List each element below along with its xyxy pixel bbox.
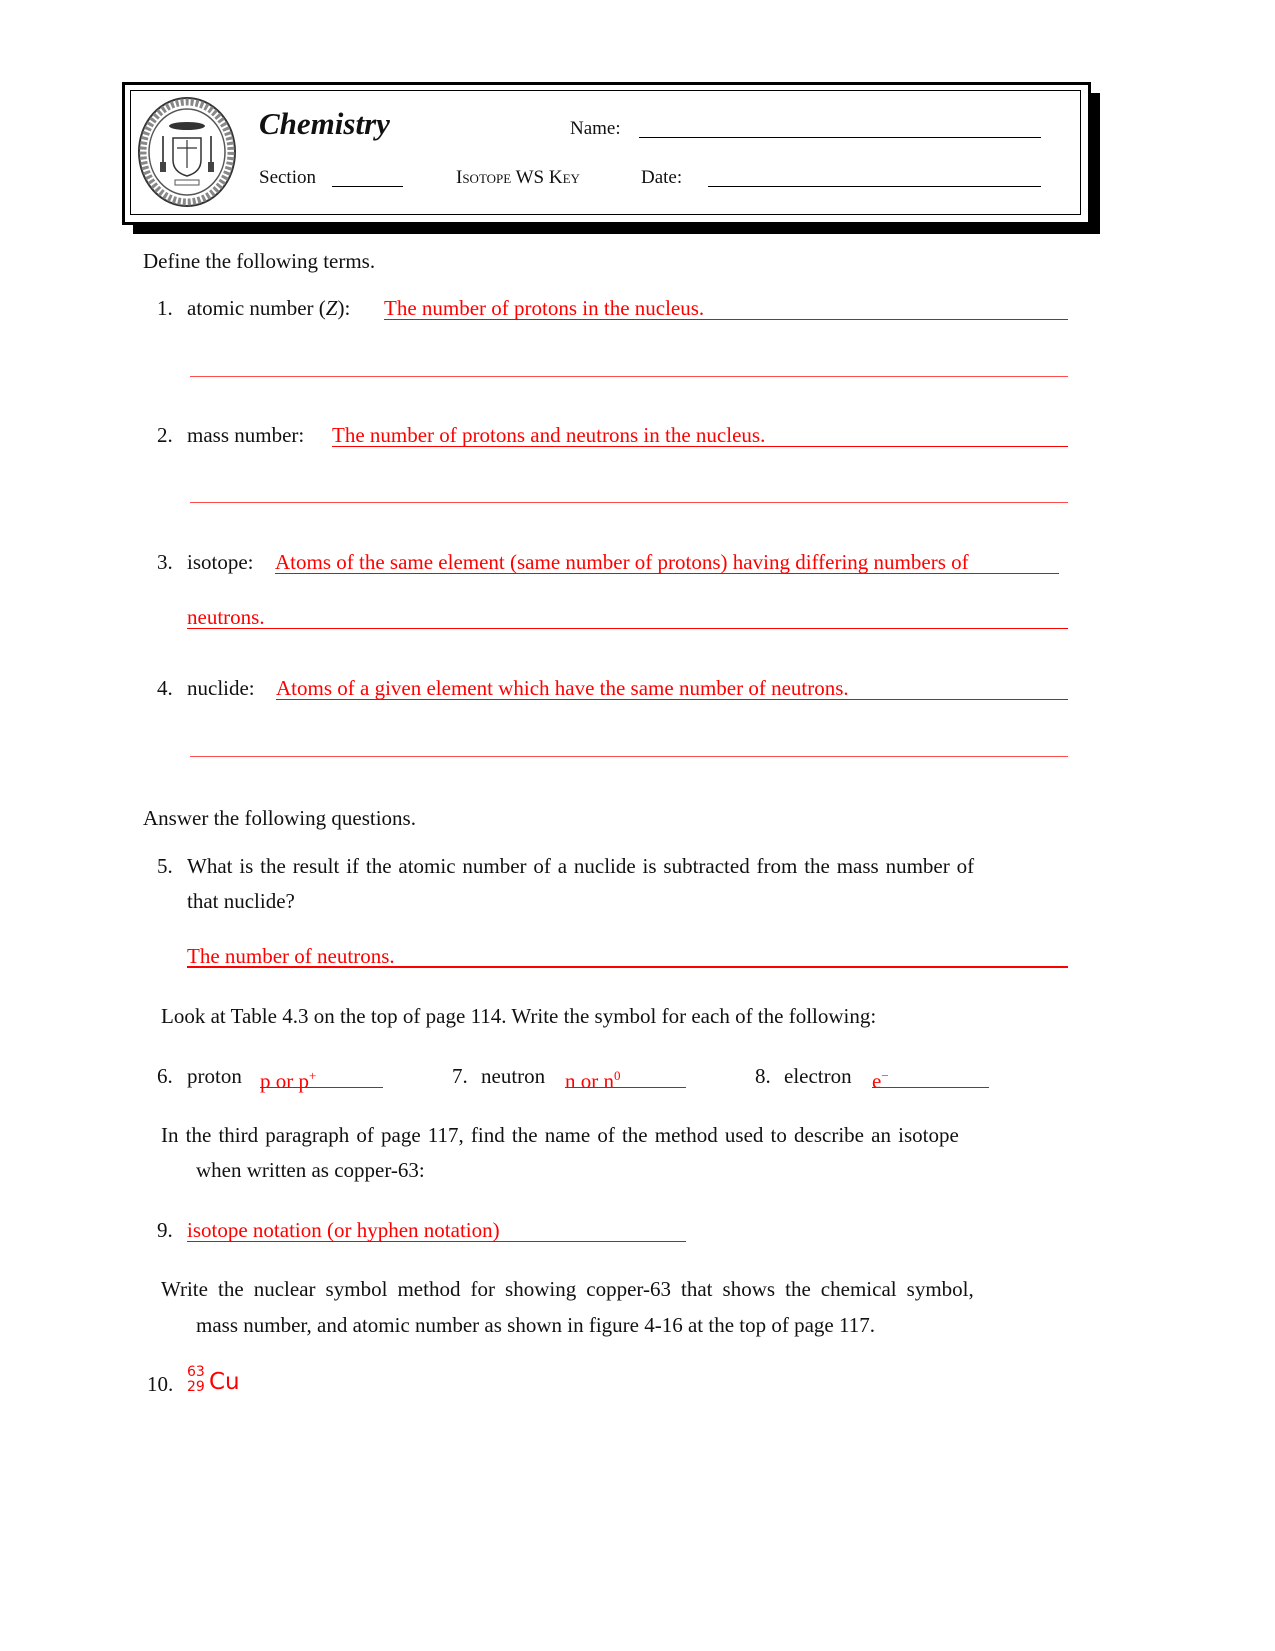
- q8-answer-text: e: [872, 1069, 882, 1093]
- q9-answer: isotope notation (or hyphen notation): [187, 1218, 500, 1242]
- q8-number: 8.: [755, 1064, 771, 1088]
- item-4-answer-line-2: [190, 756, 1068, 757]
- atomic-number: 29: [187, 1379, 205, 1395]
- q5-number: 5.: [157, 854, 173, 878]
- name-field[interactable]: [639, 137, 1041, 138]
- q9-instruction-line1: In the third paragraph of page 117, find…: [161, 1123, 959, 1147]
- item-1-answer: The number of protons in the nucleus.: [384, 296, 705, 320]
- q5-answer-line: [187, 966, 1068, 968]
- item-4-answer-line: [276, 699, 1068, 700]
- q8-label: electron: [784, 1064, 852, 1088]
- item-4-term: nuclide:: [187, 676, 255, 700]
- item-3-number: 3.: [157, 550, 173, 574]
- q9-instruction-line2: when written as copper-63:: [196, 1158, 425, 1182]
- q7-answer: n or n0: [565, 1063, 621, 1094]
- item-2-number: 2.: [157, 423, 173, 447]
- q6-answer: p or p+: [260, 1063, 316, 1094]
- q9-number: 9.: [157, 1218, 173, 1242]
- item-1-number: 1.: [157, 296, 173, 320]
- q6-label: proton: [187, 1064, 242, 1088]
- q5-question-line1: What is the result if the atomic number …: [187, 854, 975, 878]
- item-3-term: isotope:: [187, 550, 254, 574]
- term-symbol: Z: [325, 296, 338, 320]
- part2-instruction: Answer the following questions.: [143, 806, 416, 830]
- part1-instruction: Define the following terms.: [143, 249, 376, 273]
- section-field[interactable]: [332, 186, 403, 187]
- school-seal-icon: [138, 97, 236, 207]
- item-4-answer: Atoms of a given element which have the …: [276, 676, 849, 700]
- item-2-term: mass number:: [187, 423, 305, 447]
- q6-number: 6.: [157, 1064, 173, 1088]
- term-text: atomic number (: [187, 296, 326, 320]
- element-symbol: Cu: [209, 1369, 240, 1395]
- term-text-end: ):: [337, 296, 351, 320]
- q8-answer-line: [872, 1087, 989, 1088]
- q8-answer: e−: [872, 1063, 889, 1094]
- item-3-answer-cont: neutrons.: [187, 605, 265, 629]
- item-1-answer-line-2: [190, 376, 1068, 377]
- table-instruction: Look at Table 4.3 on the top of page 114…: [161, 1004, 877, 1028]
- item-1-term: atomic number (Z):: [187, 295, 350, 321]
- section-label: Section: [259, 167, 316, 188]
- item-2-answer: The number of protons and neutrons in th…: [332, 423, 766, 447]
- q8-answer-charge: −: [881, 1068, 889, 1083]
- q10-instruction-line1: Write the nuclear symbol method for show…: [161, 1277, 974, 1301]
- mass-number: 63: [187, 1364, 205, 1380]
- worksheet-title: Isotope WS Key: [456, 167, 580, 188]
- item-3-answer-line: [275, 573, 1059, 574]
- q7-answer-line: [565, 1087, 686, 1088]
- q10-number: 10.: [147, 1372, 174, 1396]
- q10-instruction-line2: mass number, and atomic number as shown …: [196, 1313, 875, 1337]
- item-2-answer-line: [332, 446, 1068, 447]
- q6-answer-charge: +: [309, 1068, 317, 1083]
- q6-answer-text: p or p: [260, 1069, 309, 1093]
- item-1-answer-line: [384, 319, 1068, 320]
- q9-answer-line: [187, 1241, 686, 1242]
- name-label: Name:: [570, 118, 621, 139]
- q7-answer-text: n or n: [565, 1069, 614, 1093]
- q6-answer-line: [260, 1087, 383, 1088]
- q7-label: neutron: [481, 1064, 546, 1088]
- course-title: Chemistry: [259, 106, 390, 141]
- date-field[interactable]: [708, 186, 1041, 187]
- date-label: Date:: [641, 167, 683, 188]
- q5-question-line2: that nuclide?: [187, 889, 295, 913]
- item-3-answer-line-2: [187, 628, 1068, 629]
- item-2-answer-line-2: [190, 502, 1068, 503]
- q7-answer-charge: 0: [614, 1068, 621, 1083]
- q7-number: 7.: [452, 1064, 468, 1088]
- item-4-number: 4.: [157, 676, 173, 700]
- item-3-answer: Atoms of the same element (same number o…: [275, 550, 969, 574]
- q10-answer: 63 29 Cu: [187, 1364, 267, 1400]
